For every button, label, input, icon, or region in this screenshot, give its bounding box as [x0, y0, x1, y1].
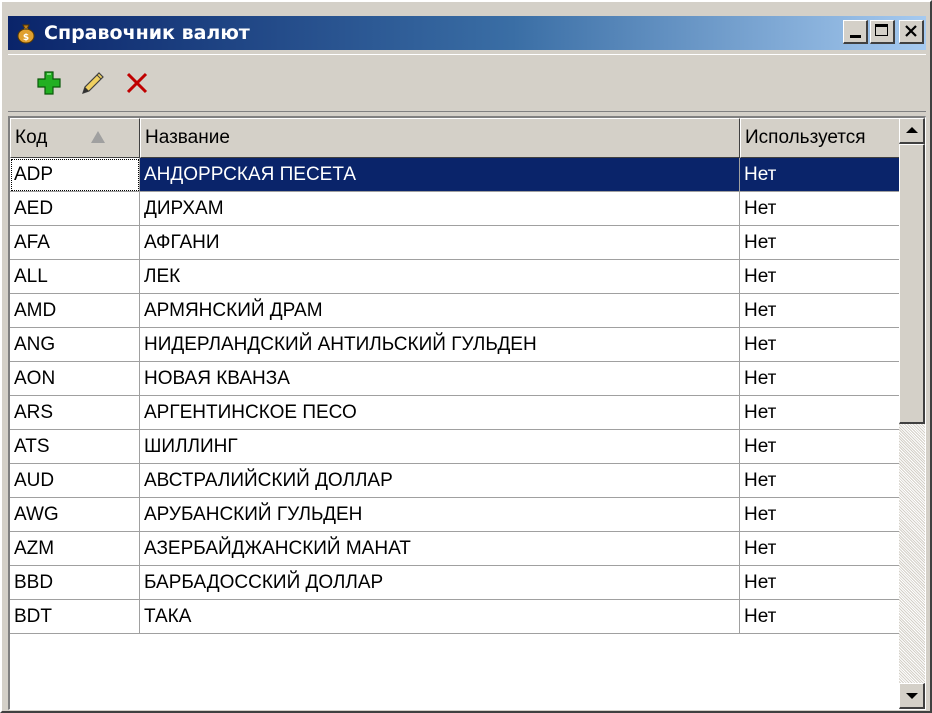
- table-body: ADP АНДОРРСКАЯ ПЕСЕТА Нет AED ДИРХАМ Нет…: [10, 158, 900, 634]
- cell-name: НОВАЯ КВАНЗА: [140, 362, 740, 396]
- minimize-button[interactable]: [843, 20, 868, 44]
- sort-ascending-icon: [91, 131, 105, 143]
- cell-code: AON: [10, 362, 140, 396]
- toolbar: [8, 54, 926, 112]
- cell-used: Нет: [740, 294, 900, 328]
- cell-code: ANG: [10, 328, 140, 362]
- cell-name: АФГАНИ: [140, 226, 740, 260]
- add-button[interactable]: [32, 66, 66, 100]
- x-icon: [126, 72, 148, 94]
- table-row[interactable]: BDT ТАКА Нет: [10, 600, 900, 634]
- cell-name: ТАКА: [140, 600, 740, 634]
- vertical-scrollbar[interactable]: [899, 118, 925, 709]
- column-header-name[interactable]: Название: [140, 118, 740, 158]
- svg-text:$: $: [23, 33, 29, 43]
- table-row[interactable]: AZM АЗЕРБАЙДЖАНСКИЙ МАНАТ Нет: [10, 532, 900, 566]
- cell-name: АЗЕРБАЙДЖАНСКИЙ МАНАТ: [140, 532, 740, 566]
- cell-code: ARS: [10, 396, 140, 430]
- cell-code: AMD: [10, 294, 140, 328]
- cell-name: ШИЛЛИНГ: [140, 430, 740, 464]
- edit-button[interactable]: [76, 66, 110, 100]
- table-row[interactable]: ADP АНДОРРСКАЯ ПЕСЕТА Нет: [10, 158, 900, 192]
- cell-code: ALL: [10, 260, 140, 294]
- table-row[interactable]: ALL ЛЕК Нет: [10, 260, 900, 294]
- table-row[interactable]: AWG АРУБАНСКИЙ ГУЛЬДЕН Нет: [10, 498, 900, 532]
- table-row[interactable]: ANG НИДЕРЛАНДСКИЙ АНТИЛЬСКИЙ ГУЛЬДЕН Нет: [10, 328, 900, 362]
- cell-used: Нет: [740, 192, 900, 226]
- cell-name: АВСТРАЛИЙСКИЙ ДОЛЛАР: [140, 464, 740, 498]
- table-row[interactable]: ATS ШИЛЛИНГ Нет: [10, 430, 900, 464]
- cell-code: ATS: [10, 430, 140, 464]
- table-row[interactable]: ARS АРГЕНТИНСКОЕ ПЕСО Нет: [10, 396, 900, 430]
- cell-code: BBD: [10, 566, 140, 600]
- cell-name: АРУБАНСКИЙ ГУЛЬДЕН: [140, 498, 740, 532]
- cell-used: Нет: [740, 464, 900, 498]
- cell-used: Нет: [740, 430, 900, 464]
- cell-used: Нет: [740, 328, 900, 362]
- cell-code: AED: [10, 192, 140, 226]
- cell-code: BDT: [10, 600, 140, 634]
- close-icon: [905, 25, 917, 37]
- money-bag-icon: $: [14, 21, 38, 45]
- cell-used: Нет: [740, 396, 900, 430]
- cell-used: Нет: [740, 566, 900, 600]
- cell-name: НИДЕРЛАНДСКИЙ АНТИЛЬСКИЙ ГУЛЬДЕН: [140, 328, 740, 362]
- pencil-icon: [82, 72, 104, 94]
- table-row[interactable]: AFA АФГАНИ Нет: [10, 226, 900, 260]
- scroll-up-button[interactable]: [899, 118, 925, 144]
- cell-name: ДИРХАМ: [140, 192, 740, 226]
- currency-table: Код Название Используется ADP АНДОРРСКАЯ…: [8, 116, 926, 710]
- window-title: Справочник валют: [44, 22, 250, 44]
- cell-code: AFA: [10, 226, 140, 260]
- table-row[interactable]: AED ДИРХАМ Нет: [10, 192, 900, 226]
- cell-code: ADP: [10, 158, 140, 192]
- title-bar[interactable]: $ Справочник валют: [8, 16, 926, 50]
- plus-icon: [37, 71, 61, 95]
- cell-used: Нет: [740, 498, 900, 532]
- table-row[interactable]: AUD АВСТРАЛИЙСКИЙ ДОЛЛАР Нет: [10, 464, 900, 498]
- table-header: Код Название Используется: [10, 118, 900, 158]
- table-row[interactable]: BBD БАРБАДОССКИЙ ДОЛЛАР Нет: [10, 566, 900, 600]
- cell-name: АРМЯНСКИЙ ДРАМ: [140, 294, 740, 328]
- cell-used: Нет: [740, 532, 900, 566]
- cell-code: AWG: [10, 498, 140, 532]
- table-row[interactable]: AMD АРМЯНСКИЙ ДРАМ Нет: [10, 294, 900, 328]
- currency-directory-window: $ Справочник валют Код Название Использу…: [0, 0, 932, 713]
- cell-used: Нет: [740, 260, 900, 294]
- close-button[interactable]: [899, 20, 924, 44]
- table-row[interactable]: AON НОВАЯ КВАНЗА Нет: [10, 362, 900, 396]
- cell-name: БАРБАДОССКИЙ ДОЛЛАР: [140, 566, 740, 600]
- cell-used: Нет: [740, 600, 900, 634]
- column-header-used[interactable]: Используется: [740, 118, 900, 158]
- cell-used: Нет: [740, 226, 900, 260]
- cell-code: AUD: [10, 464, 140, 498]
- cell-name: АРГЕНТИНСКОЕ ПЕСО: [140, 396, 740, 430]
- cell-name: АНДОРРСКАЯ ПЕСЕТА: [140, 158, 740, 192]
- cell-used: Нет: [740, 362, 900, 396]
- delete-button[interactable]: [120, 66, 154, 100]
- column-header-code[interactable]: Код: [10, 118, 140, 158]
- scroll-down-button[interactable]: [899, 683, 925, 709]
- maximize-button[interactable]: [870, 20, 895, 44]
- cell-used: Нет: [740, 158, 900, 192]
- scrollbar-thumb[interactable]: [899, 144, 925, 424]
- cell-name: ЛЕК: [140, 260, 740, 294]
- cell-code: AZM: [10, 532, 140, 566]
